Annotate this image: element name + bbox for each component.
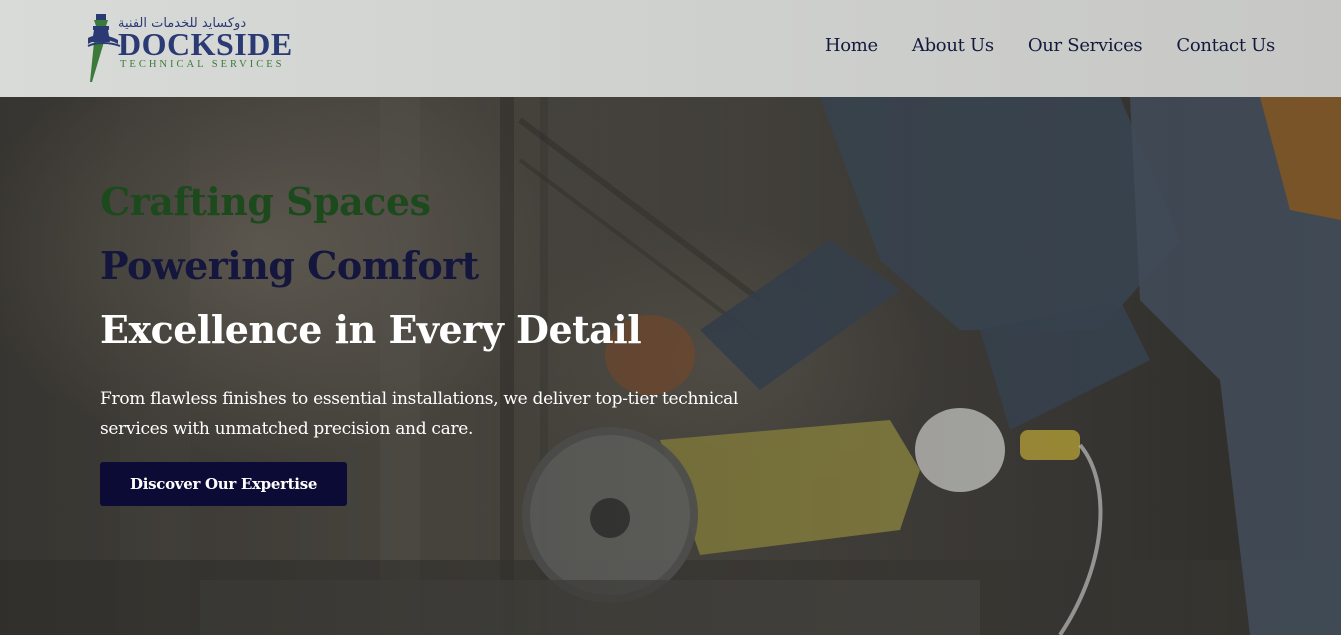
nav-item-contact-us[interactable]: Contact Us <box>1176 35 1275 56</box>
nav-item-our-services[interactable]: Our Services <box>1028 35 1143 56</box>
nav-item-home[interactable]: Home <box>825 35 878 56</box>
brand-logo[interactable]: دوكسايد للخدمات الفنية DOCKSIDE TECHNICA… <box>84 12 299 84</box>
hero-headline-powering: Powering Comfort <box>100 243 479 288</box>
brand-tagline: TECHNICAL SERVICES <box>120 59 285 70</box>
nav-item-about-us[interactable]: About Us <box>912 35 994 56</box>
site-header: دوكسايد للخدمات الفنية DOCKSIDE TECHNICA… <box>0 0 1341 97</box>
hero-headline-crafting: Crafting Spaces <box>100 179 431 224</box>
hero-section: Crafting Spaces Powering Comfort Excelle… <box>100 170 820 506</box>
main-nav: Home About Us Our Services Contact Us <box>825 35 1275 56</box>
brand-name: DOCKSIDE <box>118 26 293 62</box>
page: دوكسايد للخدمات الفنية DOCKSIDE TECHNICA… <box>0 0 1341 635</box>
discover-expertise-button[interactable]: Discover Our Expertise <box>100 462 348 506</box>
hero-headline-excellence: Excellence in Every Detail <box>100 307 642 352</box>
hero-description: From flawless finishes to essential inst… <box>100 389 739 439</box>
